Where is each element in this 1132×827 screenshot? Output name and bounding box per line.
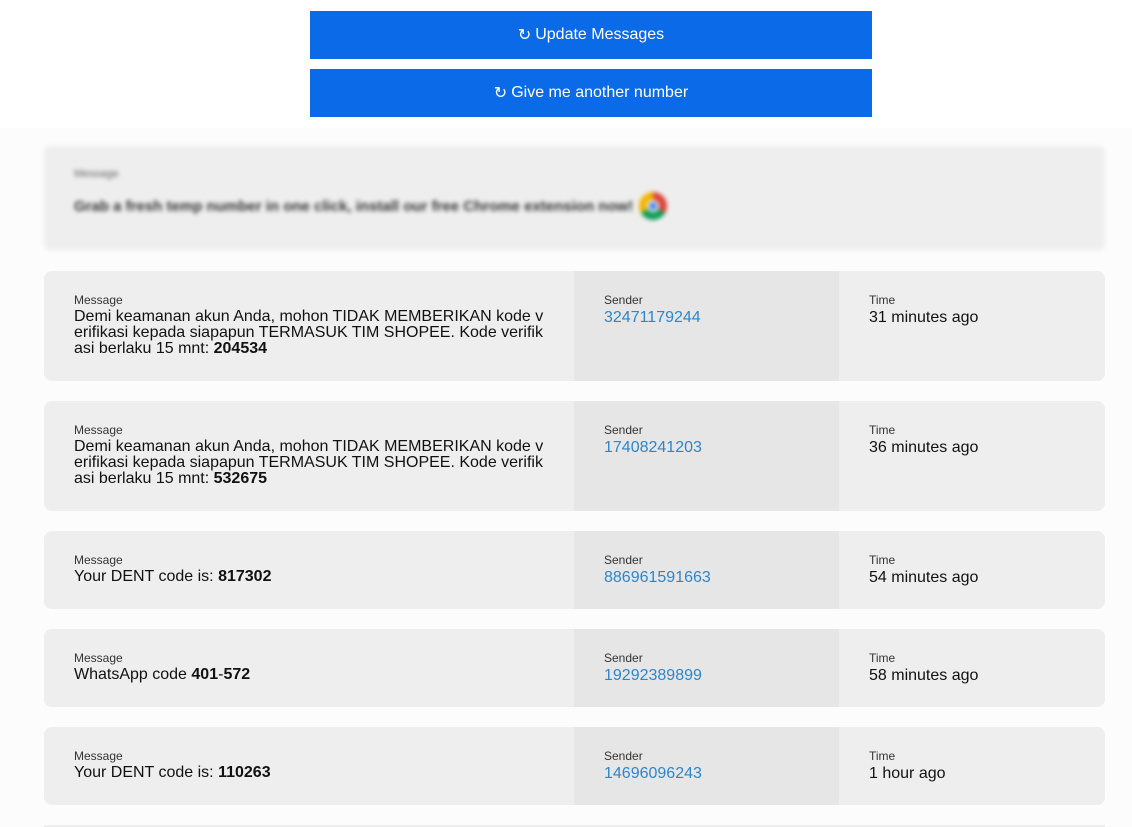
update-messages-button[interactable]: ↻ Update Messages: [310, 11, 872, 59]
message-row: Message Your DENT code is: 110263 Sender…: [44, 727, 1105, 805]
verification-code: 532675: [213, 470, 268, 487]
promo-banner[interactable]: Message Grab a fresh temp number in one …: [44, 146, 1105, 250]
sender-link[interactable]: 17408241203: [604, 439, 702, 456]
time-column: Time 36 minutes ago: [839, 401, 1105, 511]
time-label: Time: [869, 553, 896, 567]
message-body: Your DENT code is:: [74, 764, 219, 781]
sender-label: Sender: [604, 749, 643, 763]
verification-code-part-2: 572: [223, 666, 251, 683]
sender-link[interactable]: 14696096243: [604, 765, 702, 782]
promo-text-row: Grab a fresh temp number in one click, i…: [74, 192, 1075, 220]
message-text: Your DENT code is: 110263: [74, 765, 544, 781]
message-label: Message: [74, 423, 123, 437]
another-number-button[interactable]: ↻ Give me another number: [310, 69, 872, 117]
promo-text: Grab a fresh temp number in one click, i…: [74, 197, 634, 215]
message-column: Message WhatsApp code 401-572: [44, 629, 574, 707]
verification-code: 817302: [218, 568, 272, 585]
sender-label: Sender: [604, 423, 643, 437]
time-value: 1 hour ago: [869, 765, 946, 782]
promo-label: Message: [74, 168, 119, 180]
message-text: Demi keamanan akun Anda, mohon TIDAK MEM…: [74, 439, 544, 487]
time-label: Time: [869, 749, 896, 763]
refresh-icon: ↻: [493, 85, 508, 102]
time-value: 58 minutes ago: [869, 667, 979, 684]
time-label: Time: [869, 293, 896, 307]
message-label: Message: [74, 749, 123, 763]
message-column: Message Your DENT code is: 110263: [44, 727, 574, 805]
refresh-icon: ↻: [517, 27, 532, 44]
time-column: Time 58 minutes ago: [839, 629, 1105, 707]
update-messages-label: Update Messages: [535, 26, 665, 43]
message-text: Your DENT code is: 817302: [74, 569, 544, 585]
verification-code: 204534: [213, 340, 268, 357]
sender-column: Sender 14696096243: [574, 727, 839, 805]
time-column: Time 31 minutes ago: [839, 271, 1105, 381]
another-number-label: Give me another number: [511, 84, 689, 101]
sender-column: Sender 32471179244: [574, 271, 839, 381]
top-actions: ↻ Update Messages ↻ Give me another numb…: [0, 0, 1132, 128]
message-label: Message: [74, 293, 123, 307]
time-value: 36 minutes ago: [869, 439, 979, 456]
message-label: Message: [74, 553, 123, 567]
sender-label: Sender: [604, 293, 643, 307]
sender-label: Sender: [604, 651, 643, 665]
message-body: Your DENT code is:: [74, 568, 219, 585]
chrome-logo-icon: [639, 192, 668, 220]
sender-column: Sender 19292389899: [574, 629, 839, 707]
sender-link[interactable]: 886961591663: [604, 569, 711, 586]
time-column: Time 54 minutes ago: [839, 531, 1105, 609]
message-body: Demi keamanan akun Anda, mohon TIDAK MEM…: [74, 438, 544, 487]
time-column: Time 1 hour ago: [839, 727, 1105, 805]
message-column: Message Demi keamanan akun Anda, mohon T…: [44, 271, 574, 381]
time-value: 54 minutes ago: [869, 569, 979, 586]
message-row: Message Your DENT code is: 817302 Sender…: [44, 531, 1105, 609]
sender-link[interactable]: 32471179244: [604, 309, 701, 326]
verification-code: 110263: [218, 764, 271, 781]
sender-link[interactable]: 19292389899: [604, 667, 702, 684]
message-row: Message Demi keamanan akun Anda, mohon T…: [44, 271, 1105, 381]
sender-label: Sender: [604, 553, 643, 567]
time-value: 31 minutes ago: [869, 309, 979, 326]
message-row: Message Demi keamanan akun Anda, mohon T…: [44, 401, 1105, 511]
time-label: Time: [869, 651, 896, 665]
verification-code-part-1: 401: [191, 666, 219, 683]
message-column: Message Demi keamanan akun Anda, mohon T…: [44, 401, 574, 511]
time-label: Time: [869, 423, 896, 437]
message-body: Demi keamanan akun Anda, mohon TIDAK MEM…: [74, 308, 544, 357]
message-row: Message WhatsApp code 401-572 Sender 192…: [44, 629, 1105, 707]
message-label: Message: [74, 651, 123, 665]
sender-column: Sender 886961591663: [574, 531, 839, 609]
messages-area: Message Grab a fresh temp number in one …: [0, 128, 1132, 827]
message-column: Message Your DENT code is: 817302: [44, 531, 574, 609]
message-text: Demi keamanan akun Anda, mohon TIDAK MEM…: [74, 309, 544, 357]
message-text: WhatsApp code 401-572: [74, 667, 544, 683]
sender-column: Sender 17408241203: [574, 401, 839, 511]
message-body: WhatsApp code: [74, 666, 192, 683]
